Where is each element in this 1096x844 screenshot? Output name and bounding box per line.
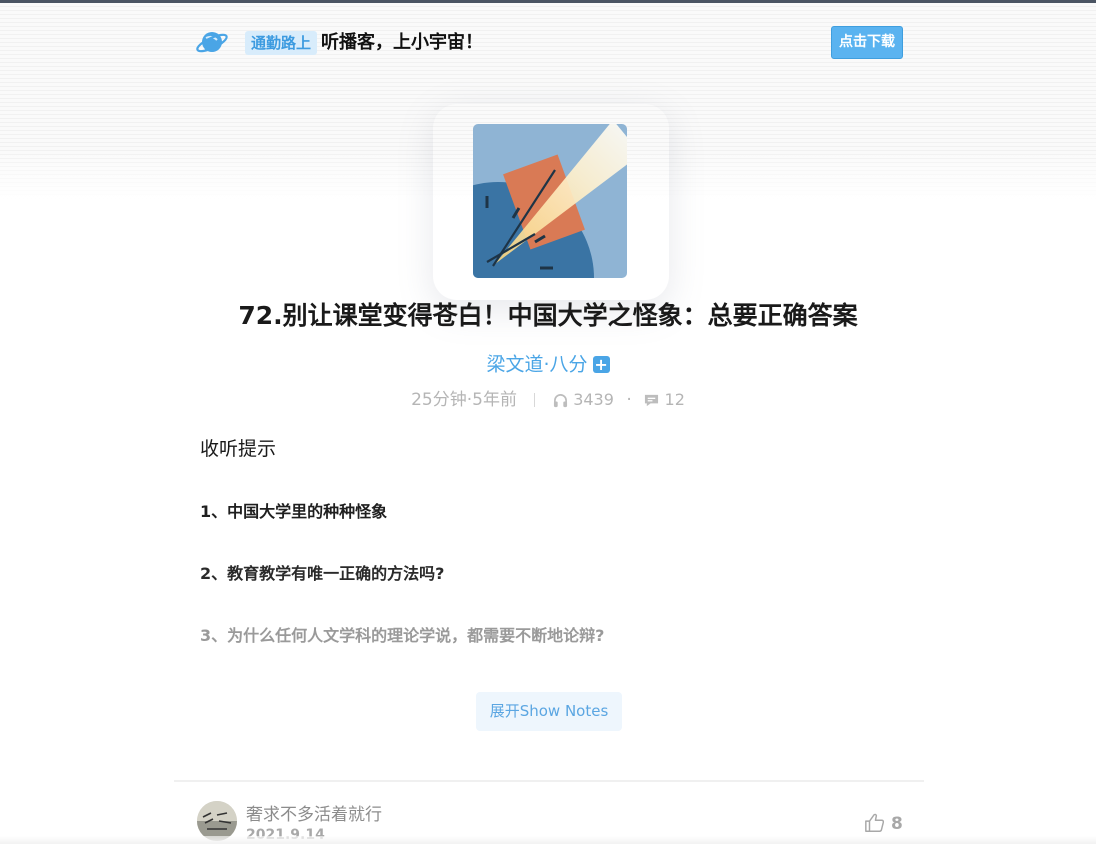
- like-count: 8: [891, 814, 903, 834]
- comment-icon: [645, 394, 659, 406]
- planet-icon[interactable]: [195, 27, 229, 57]
- download-button[interactable]: 点击下载: [831, 26, 903, 59]
- expand-show-notes-button[interactable]: 展开Show Notes: [476, 692, 622, 731]
- section-divider: [174, 780, 924, 782]
- episode-cover-image: [473, 124, 627, 278]
- meta-divider: [534, 393, 536, 407]
- comment-count: 12: [664, 390, 685, 409]
- show-notes-heading: 收听提示: [200, 438, 277, 460]
- podcast-row: 梁文道·八分 +: [0, 350, 1096, 378]
- comment-author[interactable]: 奢求不多活着就行: [246, 803, 382, 827]
- bottom-fade: [0, 836, 1096, 844]
- headphones-icon: [553, 393, 567, 407]
- show-note-item: 1、中国大学里的种种怪象: [200, 502, 388, 521]
- avatar[interactable]: [197, 801, 237, 841]
- thumbs-up-icon: [865, 813, 885, 832]
- episode-title: 72.别让课堂变得苍白！中国大学之怪象：总要正确答案: [238, 301, 858, 330]
- slogan-tag: 通勤路上: [245, 31, 318, 55]
- show-note-item: 3、为什么任何人文学科的理论学说，都需要不断地论辩?: [200, 626, 605, 645]
- play-count: 3439: [573, 390, 614, 409]
- plus-icon[interactable]: +: [592, 356, 610, 373]
- show-note-item: 2、教育教学有唯一正确的方法吗?: [200, 564, 445, 583]
- podcast-name-link[interactable]: 梁文道·八分: [486, 354, 587, 376]
- duration-age: 25分钟·5年前: [411, 390, 517, 410]
- slogan-text: 听播客，上小宇宙！: [321, 32, 483, 53]
- meta-separator: ·: [626, 390, 632, 410]
- episode-meta: 25分钟·5年前 3439 · 12: [0, 388, 1096, 412]
